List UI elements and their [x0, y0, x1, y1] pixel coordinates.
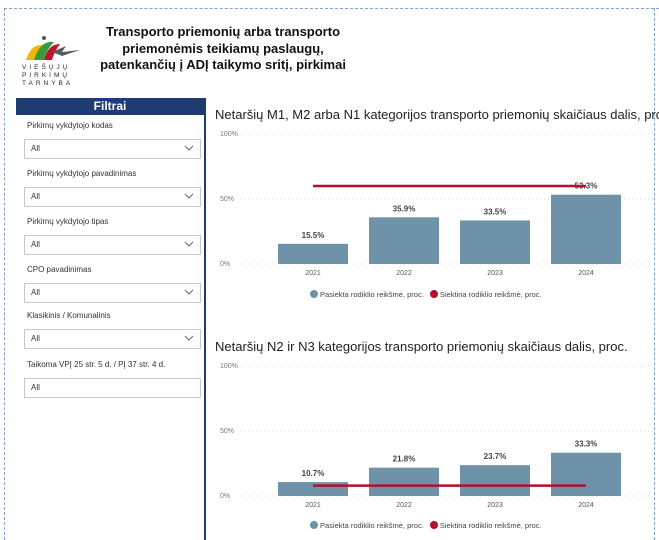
chevron-down-icon	[184, 241, 194, 247]
logo-line: PIRKIMŲ	[22, 72, 71, 79]
filter-value: All	[31, 192, 40, 201]
chevron-down-icon	[184, 335, 194, 341]
x-tick-label: 2022	[396, 502, 412, 509]
x-tick-label: 2023	[487, 502, 503, 509]
filter-label-buyer-code: Pirkimų vykdytojo kodas	[27, 121, 113, 130]
y-tick-label: 50%	[220, 428, 234, 435]
page-title: Transporto priemonių arba transporto pri…	[100, 24, 346, 72]
bar	[278, 482, 348, 496]
bar	[460, 465, 530, 496]
filter-dropdown-buyer-name[interactable]: All	[24, 187, 201, 207]
data-label: 23.7%	[484, 452, 507, 461]
chart-1-legend: Pasiekta rodiklio reikšmė, proc. Siektin…	[310, 290, 542, 299]
filter-dropdown-buyer-type[interactable]: All	[24, 235, 201, 255]
data-label: 33.3%	[575, 440, 598, 449]
legend-label-achieved: Pasiekta rodiklio reikšmė, proc.	[320, 521, 424, 530]
data-label: 10.7%	[302, 469, 325, 478]
filter-value: All	[31, 334, 40, 343]
x-tick-label: 2022	[396, 270, 412, 277]
filter-dropdown-buyer-code[interactable]: All	[24, 139, 201, 159]
chevron-down-icon	[184, 145, 194, 151]
bar	[278, 243, 348, 264]
filter-label-applicable-article: Taikoma VPĮ 25 str. 5 d. / PĮ 37 str. 4 …	[27, 360, 166, 369]
legend-label-target: Siektina rodiklio reikšmė, proc.	[439, 290, 542, 299]
data-label: 35.9%	[393, 204, 416, 213]
dashboard-border-left	[4, 8, 5, 540]
filter-label-cpo-name: CPO pavadinimas	[27, 265, 92, 274]
chart-2-legend: Pasiekta rodiklio reikšmė, proc. Siektin…	[310, 521, 542, 530]
bar	[369, 467, 439, 496]
legend-swatch-target	[429, 290, 438, 298]
logo-wordmark: VIEŠŲJŲ PIRKIMŲ TARNYBA	[22, 64, 73, 88]
filter-value: All	[31, 144, 40, 153]
x-tick-label: 2023	[487, 270, 503, 277]
chevron-down-icon	[184, 193, 194, 199]
filter-dropdown-applicable-article[interactable]: All	[24, 378, 201, 398]
chart-2: 0% 50% 100% 10.7% 2021 21.8% 2022 23.7% 2023 33.3…	[220, 363, 655, 509]
filters-panel-title: Filtrai	[16, 98, 204, 115]
filter-label-buyer-type: Pirkimų vykdytojo tipas	[27, 217, 109, 226]
data-label: 15.5%	[302, 231, 325, 240]
legend-label-target: Siektina rodiklio reikšmė, proc.	[439, 521, 542, 530]
filters-panel: Filtrai Pirkimų vykdytojo kodas All Pirk…	[16, 98, 206, 540]
chart-1-title: Netaršių M1, M2 arba N1 kategorijos tran…	[215, 107, 659, 122]
filter-dropdown-cpo-name[interactable]: All	[24, 283, 201, 303]
x-tick-label: 2021	[305, 502, 321, 509]
logo-line: VIEŠŲJŲ	[22, 64, 71, 71]
bar	[460, 220, 530, 264]
legend-swatch-achieved	[310, 521, 318, 529]
bar	[551, 452, 621, 496]
chevron-down-icon	[184, 289, 194, 295]
legend-swatch-target	[429, 521, 438, 529]
logo-line: TARNYBA	[22, 80, 74, 87]
chart-1: 0%50%100%15.5%202135.9%202233.5%202353.3…	[220, 131, 655, 277]
x-tick-label: 2024	[578, 502, 594, 509]
filter-label-buyer-name: Pirkimų vykdytojo pavadinimas	[27, 169, 137, 178]
x-tick-label: 2021	[305, 270, 321, 277]
filter-value: All	[31, 288, 40, 297]
bar	[369, 217, 439, 264]
filter-value: All	[31, 240, 40, 249]
data-label: 33.5%	[484, 207, 507, 216]
y-tick-label: 50%	[220, 196, 234, 203]
bar	[551, 194, 621, 264]
x-tick-label: 2024	[578, 270, 594, 277]
filter-dropdown-sector[interactable]: All	[24, 329, 201, 349]
dashboard-border-top	[4, 8, 659, 9]
data-label: 21.8%	[393, 455, 416, 464]
legend-label-achieved: Pasiekta rodiklio reikšmė, proc.	[320, 290, 424, 299]
y-tick-label: 100%	[220, 363, 238, 370]
chart-2-title: Netaršių N2 ir N3 kategorijos transporto…	[215, 339, 628, 354]
filter-label-sector: Klasikinis / Komunalinis	[27, 311, 111, 320]
legend-swatch-achieved	[310, 290, 318, 298]
y-tick-label: 0%	[220, 261, 230, 268]
filter-value: All	[31, 383, 40, 392]
y-tick-label: 0%	[220, 493, 230, 500]
y-tick-label: 100%	[220, 131, 238, 138]
